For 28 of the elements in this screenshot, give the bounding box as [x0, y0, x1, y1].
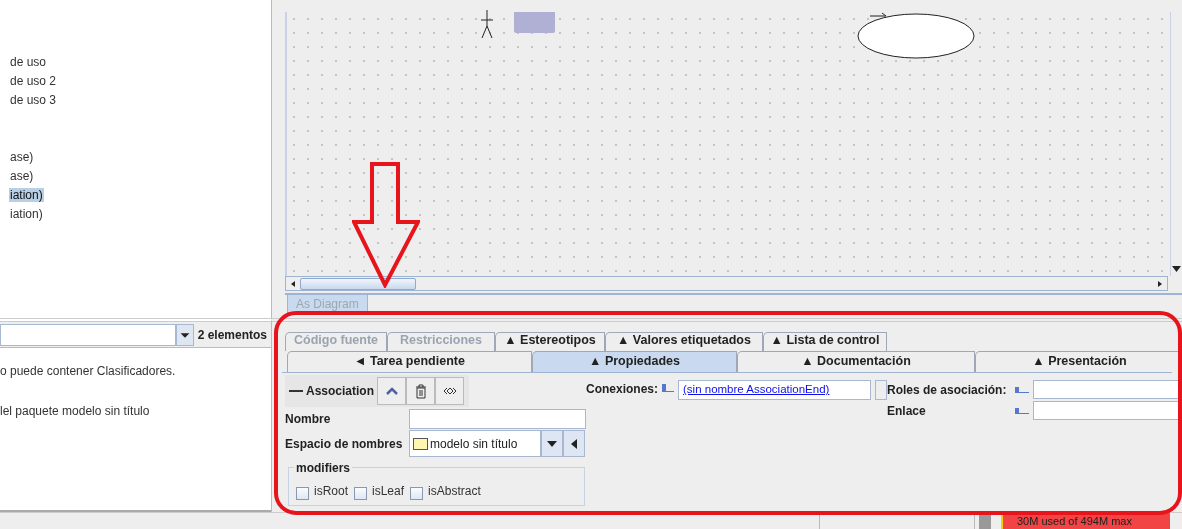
- checkbox-label: isRoot: [314, 483, 348, 500]
- connections-list[interactable]: (sin nombre AssociationEnd): [678, 380, 871, 400]
- checkbox-label: isLeaf: [372, 483, 405, 500]
- field-label: Espacio de nombres: [285, 435, 404, 453]
- namespace-dropdown[interactable]: modelo sin título: [409, 430, 541, 457]
- checkbox-label: isAbstract: [428, 483, 481, 500]
- tab[interactable]: ▲ Propiedades: [532, 351, 737, 372]
- tree-item[interactable]: iation): [9, 188, 44, 202]
- tab[interactable]: ▲ Valores etiquetados: [605, 332, 763, 351]
- connection-link[interactable]: (sin nombre AssociationEnd): [683, 381, 830, 399]
- todo-description: lel paquete modelo sin título: [0, 403, 151, 420]
- field-label: Enlace: [887, 402, 927, 420]
- field-label: Roles de asociación:: [887, 381, 1008, 399]
- field-label: Nombre: [285, 411, 332, 428]
- tab[interactable]: ▲ Documentación: [737, 351, 975, 372]
- todo-description: o puede contener Clasificadores.: [0, 363, 177, 380]
- tree-item[interactable]: ase): [9, 169, 35, 183]
- element-type-title: Association: [305, 383, 375, 400]
- tree-item[interactable]: iation): [9, 207, 44, 221]
- tree-item[interactable]: de uso 2: [9, 74, 58, 88]
- item-count: 2 elementos: [196, 326, 268, 344]
- tab[interactable]: ▲ Lista de control: [763, 332, 887, 351]
- tab[interactable]: ▲ Estereotipos: [495, 332, 605, 351]
- field-label: Conexiones:: [586, 381, 658, 398]
- tree-item[interactable]: de uso: [9, 55, 48, 69]
- tab[interactable]: ◄ Tarea pendiente: [287, 351, 532, 372]
- tree-item[interactable]: ase): [9, 150, 35, 164]
- tree-item[interactable]: de uso 3: [9, 93, 58, 107]
